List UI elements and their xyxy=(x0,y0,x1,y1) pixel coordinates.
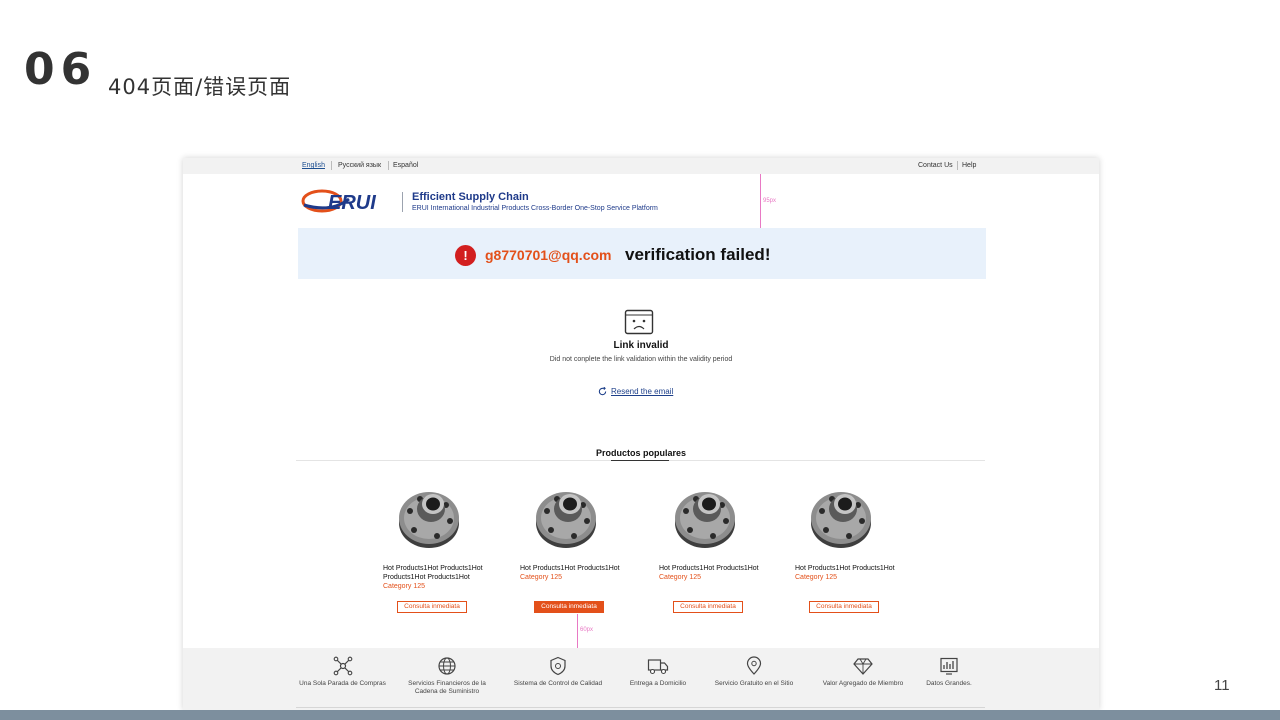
error-page-mockup: English Русский язык Español Contact Us … xyxy=(183,158,1099,710)
status-description: Did not conplete the link validation wit… xyxy=(549,356,733,363)
spacing-measure-line xyxy=(760,174,761,228)
flange-product-image xyxy=(399,492,459,548)
brand-subtitle: ERUI International Industrial Products C… xyxy=(412,205,658,212)
diamond-icon xyxy=(853,658,873,675)
brand-title: Efficient Supply Chain xyxy=(412,191,529,203)
service-item[interactable]: Valor Agregado de Miembro xyxy=(813,656,913,688)
spacing-measure-label: 95px xyxy=(763,198,777,204)
verification-alert: ! g8770701@qq.com verification failed! xyxy=(298,228,986,279)
product-category: Category 125 xyxy=(383,583,426,590)
service-item[interactable]: Sistema de Control de Calidad xyxy=(503,656,613,688)
service-label: Servicios Financieros de la Cadena de Su… xyxy=(408,680,486,695)
globe-icon xyxy=(438,657,456,675)
flange-product-image xyxy=(811,492,871,548)
divider xyxy=(296,707,985,708)
brand-divider xyxy=(402,192,403,212)
consulta-inmediata-button[interactable]: Consulta inmediata xyxy=(534,601,604,613)
chart-icon xyxy=(940,657,958,675)
services-footer: Una Sola Parada de Compras Servicios Fin… xyxy=(183,648,1099,710)
shield-icon xyxy=(550,656,566,676)
divider xyxy=(957,161,958,170)
service-label: Valor Agregado de Miembro xyxy=(822,680,904,687)
top-bar: English Русский язык Español Contact Us … xyxy=(183,158,1099,174)
heading-underline xyxy=(611,460,669,461)
service-label: Servicio Gratuito en el Sitio xyxy=(714,680,794,687)
products-heading: Productos populares xyxy=(595,448,686,458)
product-category: Category 125 xyxy=(659,574,702,581)
service-item[interactable]: Servicios Financieros de la Cadena de Su… xyxy=(401,656,493,696)
lang-english[interactable]: English xyxy=(302,162,325,169)
lang-spanish[interactable]: Español xyxy=(393,162,418,169)
service-label: Sistema de Control de Calidad xyxy=(513,680,603,687)
product-category: Category 125 xyxy=(520,574,563,581)
slide-title: 404页面/错误页面 xyxy=(108,75,292,99)
product-category: Category 125 xyxy=(795,574,838,581)
product-name: Hot Products1Hot Products1Hot xyxy=(520,565,620,572)
service-item[interactable]: Una Sola Parada de Compras xyxy=(295,656,390,688)
flange-product-image xyxy=(675,492,735,548)
product-name: Hot Products1Hot Products1Hot Products1H… xyxy=(383,565,483,581)
consulta-inmediata-button[interactable]: Consulta inmediata xyxy=(673,601,743,613)
service-label: Una Sola Parada de Compras xyxy=(299,680,386,687)
page-number: 11 xyxy=(1214,677,1230,694)
error-icon: ! xyxy=(455,245,476,266)
alert-message: verification failed! xyxy=(625,245,771,264)
bottom-band xyxy=(0,710,1280,720)
service-item[interactable]: Entrega a Domicilio xyxy=(619,656,697,688)
contact-us-link[interactable]: Contact Us xyxy=(918,162,953,169)
consulta-inmediata-button[interactable]: Consulta inmediata xyxy=(397,601,467,613)
product-name: Hot Products1Hot Products1Hot xyxy=(659,565,759,572)
resend-email-label: Resend the email xyxy=(611,387,674,396)
spacing-measure-line xyxy=(577,614,578,648)
service-label: Entrega a Domicilio xyxy=(629,680,687,687)
erui-logo[interactable]: ERUI xyxy=(301,186,396,216)
sad-document-icon xyxy=(624,309,654,335)
alert-email: g8770701@qq.com xyxy=(485,247,612,263)
flange-product-image xyxy=(536,492,596,548)
svg-text:ERUI: ERUI xyxy=(328,192,376,214)
help-link[interactable]: Help xyxy=(962,162,976,169)
divider xyxy=(331,161,332,170)
service-item[interactable]: Datos Grandes. xyxy=(919,656,979,688)
lang-russian[interactable]: Русский язык xyxy=(338,162,381,169)
network-icon xyxy=(333,656,352,676)
service-label: Datos Grandes. xyxy=(926,680,972,687)
product-name: Hot Products1Hot Products1Hot xyxy=(795,565,895,572)
spacing-measure-label: 60px xyxy=(580,627,594,633)
service-item[interactable]: Servicio Gratuito en el Sitio xyxy=(704,656,804,688)
refresh-icon xyxy=(598,387,607,396)
status-title: Link invalid xyxy=(613,340,669,351)
consulta-inmediata-button[interactable]: Consulta inmediata xyxy=(809,601,879,613)
truck-icon xyxy=(647,659,669,675)
slide-number: 06 xyxy=(24,44,98,95)
resend-email-link[interactable]: Resend the email xyxy=(598,387,673,396)
divider xyxy=(388,161,389,170)
location-pin-icon xyxy=(746,656,762,675)
